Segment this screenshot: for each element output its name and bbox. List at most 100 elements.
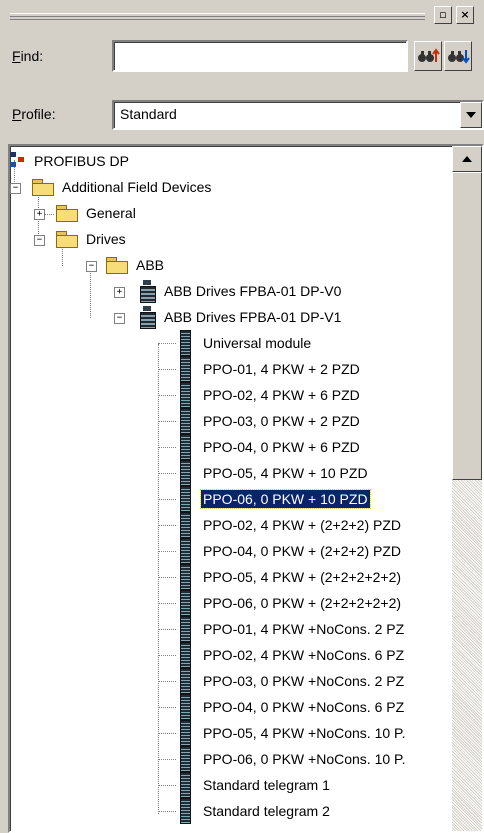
tree-node-drives[interactable]: Drives <box>56 226 128 252</box>
module-icon <box>180 434 191 460</box>
network-icon <box>10 152 28 170</box>
tree-node-label: PPO-02, 4 PKW + (2+2+2) PZD <box>203 517 402 533</box>
tree-line <box>158 550 176 552</box>
tree-node-module[interactable]: PPO-02, 4 PKW +NoCons. 6 PZ <box>158 642 406 668</box>
tree-line <box>158 810 176 812</box>
module-icon <box>180 460 191 486</box>
tree-node-module[interactable]: PPO-06, 0 PKW + (2+2+2+2+2) <box>158 590 403 616</box>
tree-node-abb[interactable]: ABB <box>106 252 166 278</box>
tree-node-module[interactable]: PPO-04, 0 PKW +NoCons. 6 PZ <box>158 694 406 720</box>
tree-node-additional-field-devices[interactable]: Additional Field Devices <box>32 174 213 200</box>
tree-node-module[interactable]: Universal module <box>158 330 313 356</box>
find-input[interactable] <box>112 40 408 72</box>
tree-node-general[interactable]: General <box>56 200 138 226</box>
profile-value: Standard <box>120 106 177 122</box>
module-icon <box>180 408 191 434</box>
profile-label-text: rofile: <box>21 106 56 122</box>
tree-node-module[interactable]: Standard telegram 2 <box>158 798 332 824</box>
tree-node-label: PPO-01, 4 PKW +NoCons. 2 PZ <box>203 621 405 637</box>
tree-line <box>158 680 176 682</box>
collapse-icon[interactable]: − <box>86 261 97 272</box>
minimize-icon[interactable]: ▫ <box>434 6 452 24</box>
module-icon <box>180 564 191 590</box>
find-label: Find: <box>12 48 43 64</box>
tree-node-label: PPO-03, 0 PKW + 2 PZD <box>203 413 360 429</box>
scroll-thumb[interactable] <box>452 172 482 480</box>
device-icon <box>140 306 156 329</box>
tree-line <box>158 602 176 604</box>
find-down-button[interactable] <box>444 41 472 71</box>
tree-node-module[interactable]: PPO-05, 4 PKW + (2+2+2+2+2) <box>158 564 403 590</box>
tree-node-label: Standard telegram 1 <box>203 777 330 793</box>
tree-node-module[interactable]: PPO-02, 4 PKW + 6 PZD <box>158 382 362 408</box>
module-icon <box>180 382 191 408</box>
close-icon[interactable]: × <box>456 6 474 24</box>
tree-node-label: PPO-05, 4 PKW + 10 PZD <box>203 465 368 481</box>
tree-line <box>158 524 176 526</box>
scroll-up-button[interactable] <box>452 146 482 172</box>
expand-icon[interactable]: + <box>114 287 125 298</box>
module-icon <box>180 668 191 694</box>
tree-line <box>158 576 176 578</box>
tree-node-label: General <box>86 205 136 221</box>
module-icon <box>180 746 191 772</box>
module-icon <box>180 486 191 512</box>
module-icon <box>180 590 191 616</box>
device-icon <box>140 280 156 303</box>
tree-node-label: PPO-01, 4 PKW + 2 PZD <box>203 361 360 377</box>
find-up-button[interactable] <box>414 41 442 71</box>
collapse-icon[interactable]: − <box>34 235 45 246</box>
folder-icon <box>56 231 78 248</box>
tree-node-label: Additional Field Devices <box>62 179 212 195</box>
tree-node-label: PPO-04, 0 PKW +NoCons. 6 PZ <box>203 699 405 715</box>
tree-node-label: PROFIBUS DP <box>34 153 129 169</box>
profile-dropdown-button[interactable] <box>460 102 482 128</box>
tree-line <box>158 732 176 734</box>
tree-node-module[interactable]: PPO-01, 4 PKW + 2 PZD <box>158 356 362 382</box>
tree-node-label: ABB Drives FPBA-01 DP-V0 <box>164 283 342 299</box>
tree-node-module[interactable]: PPO-06, 0 PKW +NoCons. 10 P. <box>158 746 407 772</box>
collapse-icon[interactable]: − <box>114 313 125 324</box>
folder-icon <box>56 205 78 222</box>
tree-node-module[interactable]: Standard telegram 1 <box>158 772 332 798</box>
module-icon <box>180 356 191 382</box>
tree-line <box>158 628 176 630</box>
tree-node-label: PPO-06, 0 PKW + 10 PZD <box>200 489 371 509</box>
tree-node-module[interactable]: PPO-01, 4 PKW +NoCons. 2 PZ <box>158 616 406 642</box>
tree-node-module[interactable]: PPO-03, 0 PKW + 2 PZD <box>158 408 362 434</box>
tree-node-profibus[interactable]: PROFIBUS DP <box>10 148 131 174</box>
tree-line <box>90 266 91 318</box>
module-icon <box>180 538 191 564</box>
drag-grip[interactable] <box>10 13 425 20</box>
binoculars-up-icon <box>418 48 440 62</box>
tree-node-module[interactable]: PPO-04, 0 PKW + (2+2+2) PZD <box>158 538 403 564</box>
module-icon <box>180 330 191 356</box>
tree-line <box>158 654 176 656</box>
tree-node-label: ABB <box>136 257 165 273</box>
tree-node-module[interactable]: PPO-02, 4 PKW + (2+2+2) PZD <box>158 512 403 538</box>
tree-line <box>158 758 176 760</box>
folder-icon <box>106 257 128 274</box>
profile-select[interactable]: Standard <box>112 100 484 130</box>
tree-node-device-v1[interactable]: ABB Drives FPBA-01 DP-V1 <box>140 304 343 330</box>
collapse-icon[interactable]: − <box>10 183 21 194</box>
tree-node-label: Universal module <box>203 335 312 351</box>
tree-node-module[interactable]: PPO-05, 4 PKW +NoCons. 10 P. <box>158 720 407 746</box>
catalog-tree[interactable]: PROFIBUS DP − Additional Field Devices +… <box>8 144 484 833</box>
module-icon <box>180 772 191 798</box>
catalog-title-bar[interactable]: ▫ × <box>8 4 484 30</box>
module-icon <box>180 616 191 642</box>
tree-node-module[interactable]: PPO-05, 4 PKW + 10 PZD <box>158 460 370 486</box>
tree-line <box>158 784 176 786</box>
tree-node-device-v0[interactable]: ABB Drives FPBA-01 DP-V0 <box>140 278 343 304</box>
expand-icon[interactable]: + <box>34 209 45 220</box>
tree-node-label: PPO-02, 4 PKW + 6 PZD <box>203 387 360 403</box>
tree-line <box>158 706 176 708</box>
tree-node-label: Standard telegram 2 <box>203 803 330 819</box>
find-label-text: ind: <box>20 48 44 64</box>
tree-node-module[interactable]: PPO-04, 0 PKW + 6 PZD <box>158 434 362 460</box>
arrow-up-icon <box>462 156 472 162</box>
tree-node-module-selected[interactable]: PPO-06, 0 PKW + 10 PZD <box>158 486 371 512</box>
module-icon <box>180 642 191 668</box>
tree-node-module[interactable]: PPO-03, 0 PKW +NoCons. 2 PZ <box>158 668 406 694</box>
